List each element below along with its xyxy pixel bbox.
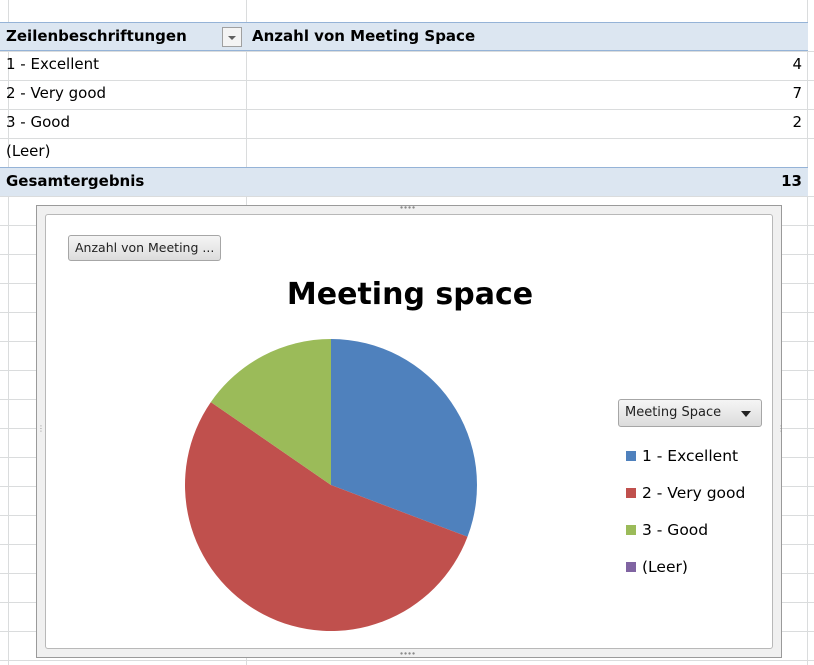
pivot-total-row[interactable]: Gesamtergebnis 13 — [0, 167, 808, 196]
chart-area[interactable]: Anzahl von Meeting ... Meeting space Mee… — [45, 214, 773, 649]
chevron-down-icon — [741, 411, 751, 417]
legend-swatch — [626, 561, 636, 572]
pivot-row-label: 2 - Very good — [6, 84, 107, 102]
grand-total-label: Gesamtergebnis — [6, 172, 145, 190]
resize-handle-right[interactable]: ⋮ — [777, 424, 785, 433]
legend-label: 2 - Very good — [642, 483, 746, 502]
grand-total-value: 13 — [781, 172, 802, 190]
legend-item[interactable]: 3 - Good — [626, 511, 745, 548]
pivot-row-label: (Leer) — [6, 142, 51, 160]
pivot-row[interactable]: (Leer) — [0, 138, 808, 167]
pivot-row[interactable]: 3 - Good 2 — [0, 109, 808, 138]
legend-label: 3 - Good — [642, 520, 709, 539]
pivot-row-label: 1 - Excellent — [6, 55, 100, 73]
row-labels-header[interactable]: Zeilenbeschriftungen — [6, 27, 187, 45]
gridline — [0, 660, 814, 661]
pivot-row-value: 4 — [792, 55, 802, 73]
legend-item[interactable]: 1 - Excellent — [626, 437, 745, 474]
resize-handle-bottom[interactable]: ∙∙∙∙ — [399, 649, 416, 658]
legend-swatch — [626, 487, 636, 498]
legend-label: (Leer) — [642, 557, 688, 576]
legend-swatch — [626, 450, 636, 461]
pivot-row-value: 2 — [792, 113, 802, 131]
pivot-row-label: 3 - Good — [6, 113, 70, 131]
legend-field-label: Meeting Space — [625, 405, 722, 420]
legend-field-button[interactable]: Meeting Space — [618, 399, 762, 427]
legend-item[interactable]: 2 - Very good — [626, 474, 745, 511]
legend-label: 1 - Excellent — [642, 446, 739, 465]
row-filter-dropdown-button[interactable] — [222, 27, 242, 47]
chart-legend[interactable]: 1 - Excellent 2 - Very good 3 - Good (Leer) — [626, 437, 745, 585]
pivot-chart[interactable]: ∙∙∙∙ ∙∙∙∙ ⋮ ⋮ Anzahl von Meeting ... Mee… — [36, 203, 785, 658]
legend-item[interactable]: (Leer) — [626, 548, 745, 585]
legend-swatch — [626, 524, 636, 535]
resize-handle-left[interactable]: ⋮ — [37, 424, 45, 433]
pivot-row[interactable]: 2 - Very good 7 — [0, 80, 808, 109]
gridline — [0, 196, 814, 197]
pivot-row-value: 7 — [792, 84, 802, 102]
resize-handle-top[interactable]: ∙∙∙∙ — [399, 203, 416, 212]
value-field-header[interactable]: Anzahl von Meeting Space — [252, 27, 475, 45]
pivot-row[interactable]: 1 - Excellent 4 — [0, 51, 808, 80]
pivot-header-row: Zeilenbeschriftungen Anzahl von Meeting … — [0, 22, 808, 51]
